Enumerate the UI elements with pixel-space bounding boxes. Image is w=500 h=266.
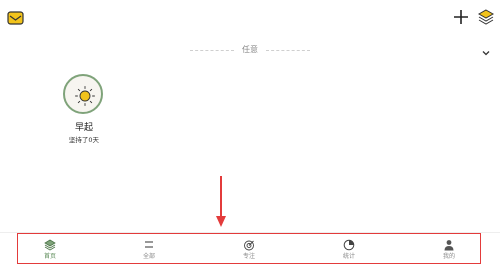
chevron-down-icon[interactable] (480, 44, 492, 56)
pie-chart-icon (343, 239, 355, 251)
home-stack-icon (44, 239, 56, 251)
nav-label-home: 首页 (43, 253, 56, 260)
nav-label-profile: 我的 (442, 253, 455, 260)
user-icon (444, 240, 454, 251)
top-bar (0, 0, 500, 34)
app-page: 任意 早起 坚持了0天 首页 全部 专注 统计 我的 (0, 0, 500, 266)
bottom-nav: 首页 全部 专注 统计 我的 (0, 232, 500, 266)
list-icon (145, 241, 153, 248)
section-divider-left (190, 50, 234, 51)
section-header: 任意 (0, 43, 500, 59)
section-title: 任意 (242, 45, 258, 54)
nav-label-focus: 专注 (242, 253, 255, 260)
nav-item-focus[interactable]: 专注 (229, 236, 269, 264)
annotation-arrow (216, 176, 226, 227)
nav-item-stats[interactable]: 统计 (329, 236, 369, 264)
target-icon (244, 240, 254, 251)
habit-ring (63, 74, 103, 114)
add-habit-button[interactable] (453, 9, 469, 25)
nav-item-home[interactable]: 首页 (30, 236, 70, 264)
nav-label-all: 全部 (142, 253, 155, 260)
habit-streak: 坚持了0天 (68, 136, 100, 144)
sun-icon (75, 86, 95, 106)
nav-label-stats: 统计 (342, 253, 355, 260)
nav-item-all[interactable]: 全部 (129, 236, 169, 264)
section-divider-right (266, 50, 310, 51)
habit-card-early-rise[interactable]: 早起 坚持了0天 (56, 74, 112, 148)
habit-name: 早起 (74, 123, 93, 133)
layers-icon[interactable] (477, 8, 495, 26)
mailbox-icon[interactable] (7, 9, 24, 26)
nav-item-profile[interactable]: 我的 (429, 236, 469, 264)
